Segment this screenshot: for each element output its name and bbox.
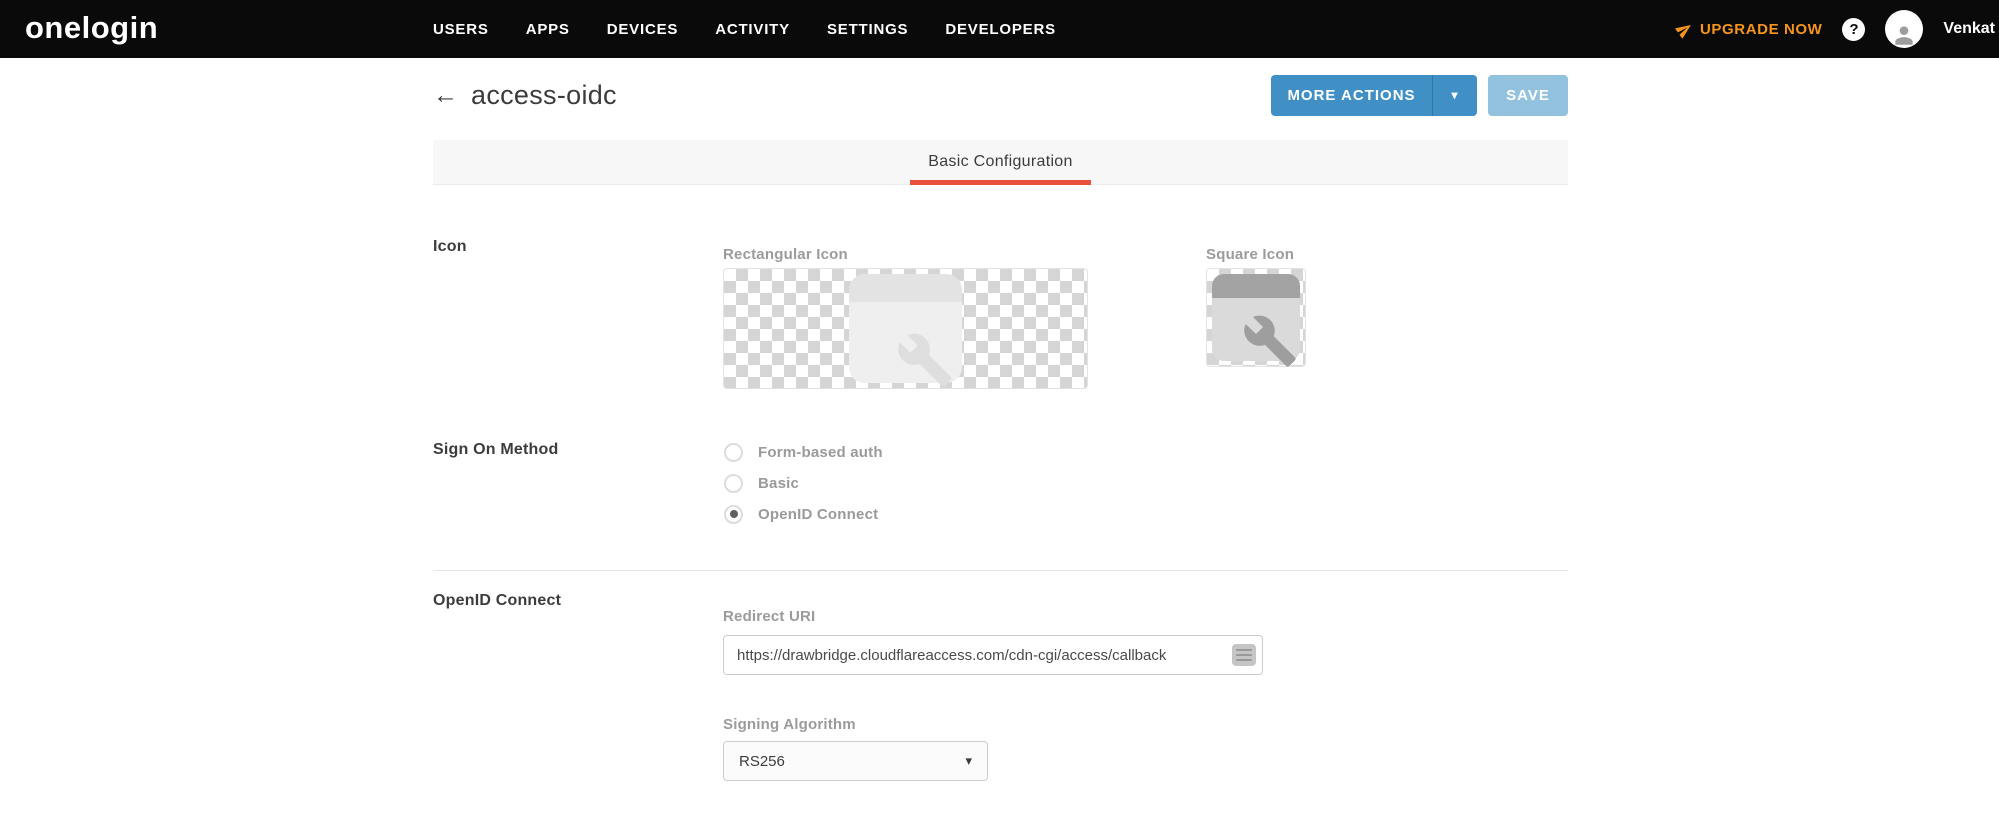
radio-button-selected[interactable] xyxy=(724,504,743,524)
redirect-uri-wrap xyxy=(723,635,1263,675)
rocket-icon xyxy=(1675,24,1691,39)
nav-item-users[interactable]: USERS xyxy=(433,21,489,38)
redirect-uri-label: Redirect URI xyxy=(723,608,816,625)
page-header: ← access-oidc MORE ACTIONS ▾ SAVE xyxy=(433,72,1568,118)
window-titlebar xyxy=(849,274,962,302)
nav-item-apps[interactable]: APPS xyxy=(526,21,570,38)
radio-label: Basic xyxy=(758,474,800,492)
upgrade-now-button[interactable]: UPGRADE NOW xyxy=(1675,20,1823,39)
radio-button-unselected[interactable] xyxy=(724,442,743,462)
nav-item-developers[interactable]: DEVELOPERS xyxy=(945,21,1056,38)
section-divider xyxy=(433,570,1568,571)
sign-on-method-label: Sign On Method xyxy=(433,441,559,458)
onelogin-logo[interactable]: onelogin xyxy=(25,10,158,46)
title-wrap: ← access-oidc xyxy=(433,80,617,111)
radio-basic[interactable]: Basic xyxy=(724,471,883,495)
person-icon xyxy=(1895,26,1914,45)
nav-right: UPGRADE NOW ? Venkat xyxy=(1675,0,1995,58)
nav-item-settings[interactable]: SETTINGS xyxy=(827,21,908,38)
more-actions-label: MORE ACTIONS xyxy=(1287,86,1416,104)
top-nav: onelogin USERS APPS DEVICES ACTIVITY SET… xyxy=(0,0,1999,58)
save-button[interactable]: SAVE xyxy=(1488,74,1568,116)
radio-form-based-auth[interactable]: Form-based auth xyxy=(724,440,883,464)
autofill-extension-icon[interactable] xyxy=(1232,644,1256,666)
rectangular-icon-label: Rectangular Icon xyxy=(723,246,848,263)
square-icon-label: Square Icon xyxy=(1206,246,1295,263)
app-window-icon-square xyxy=(1212,274,1300,367)
page-title: access-oidc xyxy=(471,79,617,110)
tab-basic-configuration[interactable]: Basic Configuration xyxy=(910,140,1092,185)
window-titlebar xyxy=(1212,274,1300,298)
back-arrow-icon[interactable]: ← xyxy=(433,81,458,110)
user-name[interactable]: Venkat xyxy=(1943,20,1995,38)
signing-algorithm-label: Signing Algorithm xyxy=(723,716,856,733)
signing-algorithm-value: RS256 xyxy=(739,752,785,770)
upgrade-now-label: UPGRADE NOW xyxy=(1699,20,1823,38)
tab-bar: Basic Configuration xyxy=(433,140,1568,185)
app-settings-page: onelogin USERS APPS DEVICES ACTIVITY SET… xyxy=(0,0,1999,818)
radio-label: OpenID Connect xyxy=(758,505,879,523)
radio-label: Form-based auth xyxy=(758,443,883,461)
wrench-icon xyxy=(1244,315,1296,367)
radio-button-unselected[interactable] xyxy=(724,473,743,493)
rectangular-icon-preview[interactable] xyxy=(723,268,1088,389)
help-icon[interactable]: ? xyxy=(1842,17,1866,41)
redirect-uri-input[interactable] xyxy=(723,635,1263,675)
radio-openid-connect[interactable]: OpenID Connect xyxy=(724,502,883,526)
chevron-down-icon: ▾ xyxy=(965,753,972,768)
more-actions-caret[interactable]: ▾ xyxy=(1432,74,1477,116)
wrench-icon xyxy=(898,333,952,387)
nav-item-devices[interactable]: DEVICES xyxy=(607,21,678,38)
openid-connect-section-label: OpenID Connect xyxy=(433,592,562,609)
more-actions-button[interactable]: MORE ACTIONS ▾ xyxy=(1271,74,1477,116)
app-window-icon xyxy=(849,274,962,387)
avatar[interactable] xyxy=(1885,10,1924,48)
signing-algorithm-select[interactable]: RS256 ▾ xyxy=(723,741,988,781)
icon-section-label: Icon xyxy=(433,238,467,255)
header-actions: MORE ACTIONS ▾ SAVE xyxy=(1271,74,1568,116)
nav-menu: USERS APPS DEVICES ACTIVITY SETTINGS DEV… xyxy=(433,0,1056,58)
nav-item-activity[interactable]: ACTIVITY xyxy=(715,21,790,38)
sign-on-options: Form-based auth Basic OpenID Connect xyxy=(724,440,883,526)
square-icon-preview[interactable] xyxy=(1206,268,1306,367)
